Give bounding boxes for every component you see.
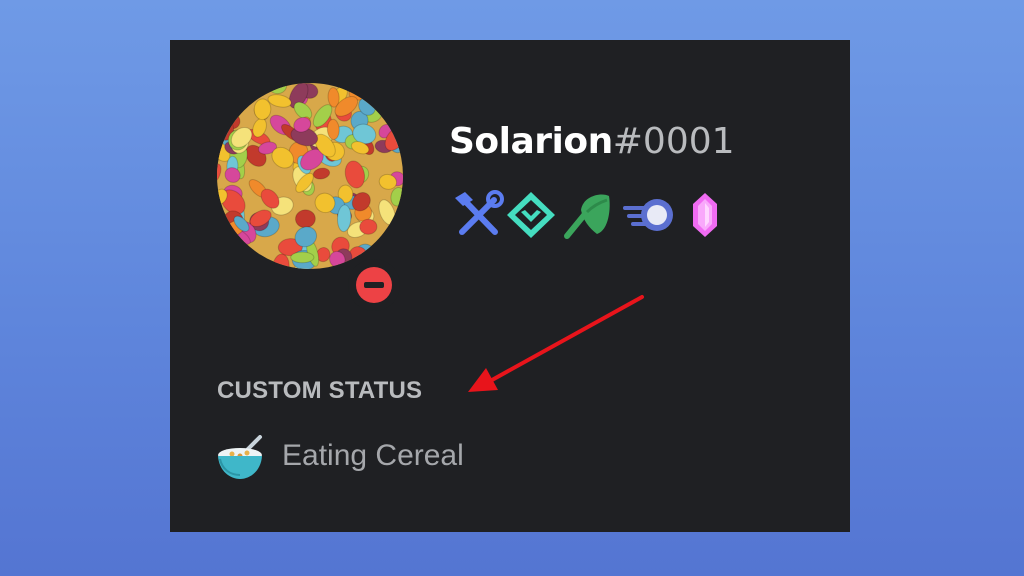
leaf-badge-icon[interactable] xyxy=(561,190,613,240)
nitro-gem-badge-icon[interactable] xyxy=(679,190,731,240)
cereal-avatar-image xyxy=(217,83,403,269)
boost-orb-badge-icon[interactable] xyxy=(623,190,675,240)
user-profile-card: Solarion#0001 CUSTOM STATUS Eating Cerea… xyxy=(170,40,850,532)
avatar[interactable] xyxy=(217,83,403,269)
custom-status-heading: CUSTOM STATUS xyxy=(217,377,423,404)
presence-status-indicator xyxy=(348,259,400,311)
do-not-disturb-icon xyxy=(356,267,392,303)
hammer-wrench-badge-icon[interactable] xyxy=(453,190,505,240)
discriminator[interactable]: #0001 xyxy=(613,121,735,162)
user-name-tag[interactable]: Solarion#0001 xyxy=(449,118,735,166)
custom-status-text: Eating Cereal xyxy=(282,439,464,472)
hypesquad-diamond-badge-icon[interactable] xyxy=(505,190,557,240)
avatar-container[interactable] xyxy=(217,83,403,311)
bowl-of-cereal-icon xyxy=(216,435,266,481)
username[interactable]: Solarion xyxy=(449,121,613,162)
